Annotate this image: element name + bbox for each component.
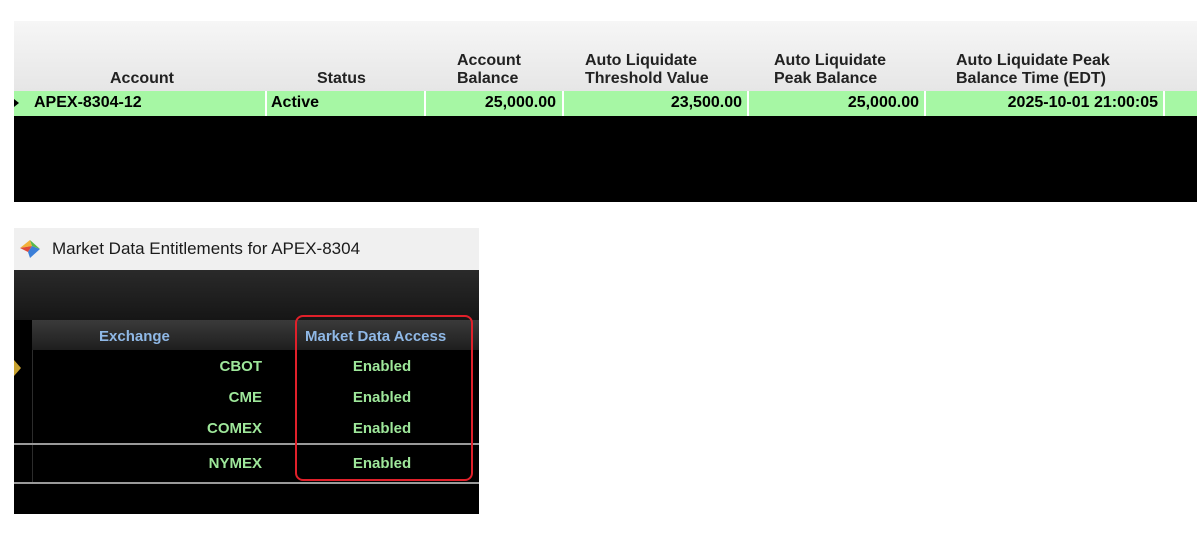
column-header-account[interactable]: Account [110,70,174,88]
cell-account-balance: 25,000.00 [484,94,556,111]
column-header-status[interactable]: Status [317,70,366,88]
cell-account: APEX-8304-12 [34,94,142,111]
column-header-threshold-value[interactable]: Auto Liquidate Threshold Value [585,52,709,88]
cell-exchange: CME [228,389,262,406]
cell-status: Active [271,94,320,111]
column-header-peak-balance-time[interactable]: Auto Liquidate Peak Balance Time (EDT) [956,52,1110,88]
cell-exchange: COMEX [206,420,262,437]
column-header-exchange[interactable]: Exchange [99,328,170,346]
row-separator [14,482,479,484]
cell-peak-balance-time: 2025-10-01 21:00:05 [1007,94,1158,111]
column-divider [265,91,267,116]
account-grid-header: Account Status Account Balance Auto Liqu… [14,21,1197,91]
cell-peak-balance: 25,000.00 [847,94,919,111]
window-title: Market Data Entitlements for APEX-8304 [52,239,361,258]
column-header-account-balance[interactable]: Account Balance [457,52,521,88]
market-data-window: Market Data Entitlements for APEX-8304 E… [14,228,479,514]
cell-exchange: NYMEX [208,455,262,472]
column-header-peak-balance[interactable]: Auto Liquidate Peak Balance [774,52,886,88]
column-divider [1163,91,1165,116]
cell-threshold-value: 23,500.00 [670,94,742,111]
window-title-bar[interactable]: Market Data Entitlements for APEX-8304 [14,228,479,270]
window-toolbar [14,270,479,320]
app-logo-icon [20,240,40,258]
account-row[interactable]: APEX-8304-12 Active 25,000.00 23,500.00 … [14,91,1197,116]
market-data-access-highlight [295,315,473,481]
account-grid: Account Status Account Balance Auto Liqu… [14,21,1197,202]
cell-exchange: CBOT [219,358,263,375]
row-pointer-icon [14,99,19,107]
